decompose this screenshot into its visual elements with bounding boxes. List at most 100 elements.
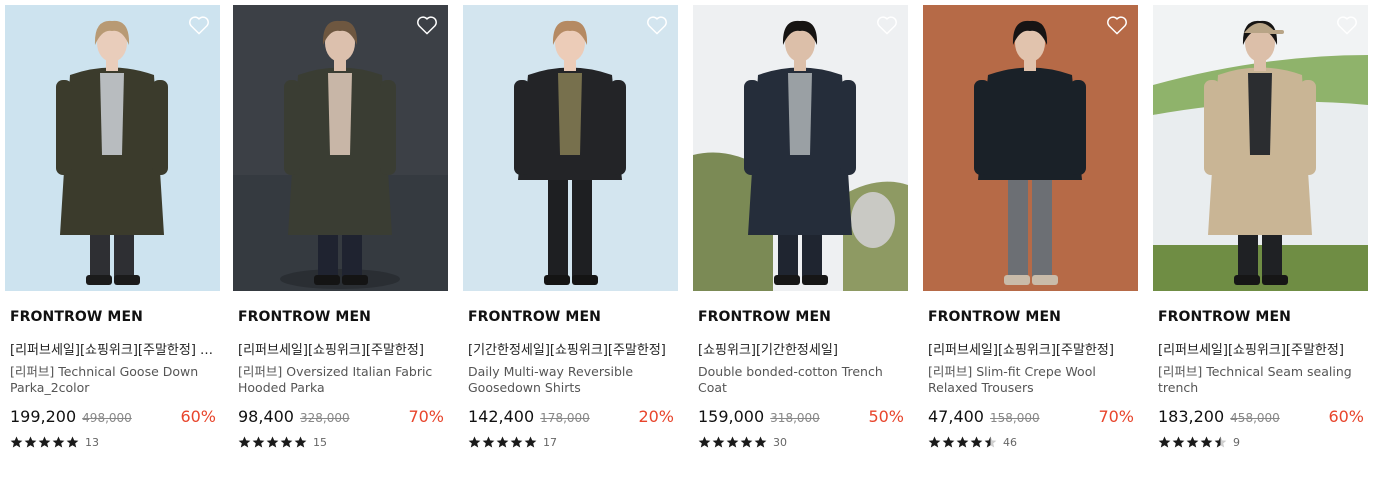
- sale-price: 183,200: [1158, 407, 1225, 426]
- product-grid: FRONTROW MEN [리퍼브세일][쇼핑위크][주말한정] 쇼핑위크 [리퍼브…: [0, 0, 1378, 479]
- star-icon: [712, 436, 725, 448]
- rating-stars: [468, 436, 538, 448]
- star-icon: [740, 436, 753, 448]
- product-name[interactable]: [리퍼브] Oversized Italian Fabric Hooded Pa…: [238, 364, 446, 396]
- sale-price: 47,400: [928, 407, 984, 426]
- review-count: 9: [1233, 435, 1240, 449]
- star-icon: [496, 436, 509, 448]
- star-icon: [294, 436, 307, 448]
- sale-price: 199,200: [10, 407, 77, 426]
- product-brand: FRONTROW MEN: [928, 309, 1061, 325]
- product-brand: FRONTROW MEN: [698, 309, 831, 325]
- product-photo[interactable]: [5, 5, 220, 291]
- sale-price: 98,400: [238, 407, 294, 426]
- product-name[interactable]: [리퍼브] Technical Seam sealing trench: [1158, 364, 1366, 396]
- original-price: 178,000: [540, 411, 590, 425]
- review-count: 46: [1003, 435, 1017, 449]
- product-image[interactable]: [1153, 5, 1368, 291]
- star-icon: [24, 436, 37, 448]
- star-half-icon: [984, 436, 997, 448]
- rating: 46: [928, 435, 1017, 449]
- star-icon: [928, 436, 941, 448]
- heart-outline-icon[interactable]: [1106, 15, 1128, 35]
- heart-outline-icon[interactable]: [876, 15, 898, 35]
- star-icon: [10, 436, 23, 448]
- star-icon: [482, 436, 495, 448]
- product-tags: [리퍼브세일][쇼핑위크][주말한정]: [928, 343, 1114, 358]
- product-image[interactable]: [463, 5, 678, 291]
- product-photo[interactable]: [1153, 5, 1368, 291]
- discount-rate: 70%: [1098, 407, 1134, 426]
- price-row: 199,200 498,000: [10, 407, 132, 426]
- original-price: 328,000: [299, 411, 350, 425]
- review-count: 15: [313, 435, 327, 449]
- star-icon: [1200, 436, 1213, 448]
- product-card[interactable]: FRONTROW MEN [리퍼브세일][쇼핑위크][주말한정] [리퍼브] Tec…: [1153, 5, 1368, 465]
- product-name[interactable]: Double bonded-cotton Trench Coat: [698, 364, 906, 396]
- product-name[interactable]: [리퍼브] Technical Goose Down Parka_2color: [10, 364, 218, 396]
- star-icon: [252, 436, 265, 448]
- discount-rate: 60%: [1328, 407, 1364, 426]
- review-count: 13: [85, 435, 99, 449]
- rating-stars: [928, 436, 998, 448]
- star-icon: [52, 436, 65, 448]
- price-row: 47,400 158,000: [928, 407, 1040, 426]
- star-icon: [280, 436, 293, 448]
- discount-rate: 50%: [868, 407, 904, 426]
- product-photo[interactable]: [923, 5, 1138, 291]
- star-icon: [38, 436, 51, 448]
- product-image[interactable]: [5, 5, 220, 291]
- star-half-icon: [1214, 436, 1227, 448]
- product-image[interactable]: [233, 5, 448, 291]
- star-icon: [238, 436, 251, 448]
- star-icon: [942, 436, 955, 448]
- discount-rate: 20%: [638, 407, 674, 426]
- product-image[interactable]: [693, 5, 908, 291]
- product-tags: [리퍼브세일][쇼핑위크][주말한정] 쇼핑위크: [10, 343, 218, 358]
- star-icon: [468, 436, 481, 448]
- star-icon: [956, 436, 969, 448]
- sale-price: 142,400: [468, 407, 535, 426]
- heart-outline-icon[interactable]: [1336, 15, 1358, 35]
- price-row: 159,000 318,000: [698, 407, 820, 426]
- review-count: 30: [773, 435, 787, 449]
- product-tags: [쇼핑위크][기간한정세일]: [698, 343, 838, 358]
- star-icon: [510, 436, 523, 448]
- original-price: 458,000: [1230, 411, 1280, 425]
- product-brand: FRONTROW MEN: [10, 309, 143, 325]
- heart-outline-icon[interactable]: [646, 15, 668, 35]
- product-card[interactable]: FRONTROW MEN [리퍼브세일][쇼핑위크][주말한정] [리퍼브] Ove…: [233, 5, 448, 465]
- star-icon: [524, 436, 537, 448]
- product-card[interactable]: FRONTROW MEN [기간한정세일][쇼핑위크][주말한정] Daily Mu…: [463, 5, 678, 465]
- product-name[interactable]: Daily Multi-way Reversible Goosedown Shi…: [468, 364, 676, 396]
- product-card[interactable]: FRONTROW MEN [리퍼브세일][쇼핑위크][주말한정] [리퍼브] Sli…: [923, 5, 1138, 465]
- product-photo[interactable]: [463, 5, 678, 291]
- heart-outline-icon[interactable]: [416, 15, 438, 35]
- product-image[interactable]: [923, 5, 1138, 291]
- rating-stars: [698, 436, 768, 448]
- price-row: 98,400 328,000: [238, 407, 350, 426]
- product-brand: FRONTROW MEN: [468, 309, 601, 325]
- product-photo[interactable]: [693, 5, 908, 291]
- rating: 17: [468, 435, 557, 449]
- star-icon: [1186, 436, 1199, 448]
- star-icon: [1172, 436, 1185, 448]
- rating-stars: [1158, 436, 1228, 448]
- original-price: 318,000: [770, 411, 820, 425]
- product-card[interactable]: FRONTROW MEN [쇼핑위크][기간한정세일] Double bonded-…: [693, 5, 908, 465]
- rating: 9: [1158, 435, 1240, 449]
- heart-outline-icon[interactable]: [188, 15, 210, 35]
- rating-stars: [238, 436, 308, 448]
- product-tags: [리퍼브세일][쇼핑위크][주말한정]: [1158, 343, 1344, 358]
- original-price: 158,000: [989, 411, 1040, 425]
- product-brand: FRONTROW MEN: [1158, 309, 1291, 325]
- star-icon: [698, 436, 711, 448]
- star-icon: [66, 436, 79, 448]
- product-card[interactable]: FRONTROW MEN [리퍼브세일][쇼핑위크][주말한정] 쇼핑위크 [리퍼브…: [5, 5, 220, 465]
- product-name[interactable]: [리퍼브] Slim-fit Crepe Wool Relaxed Trouse…: [928, 364, 1136, 396]
- star-icon: [726, 436, 739, 448]
- discount-rate: 70%: [408, 407, 444, 426]
- rating-stars: [10, 436, 80, 448]
- product-photo[interactable]: [233, 5, 448, 291]
- price-row: 142,400 178,000: [468, 407, 590, 426]
